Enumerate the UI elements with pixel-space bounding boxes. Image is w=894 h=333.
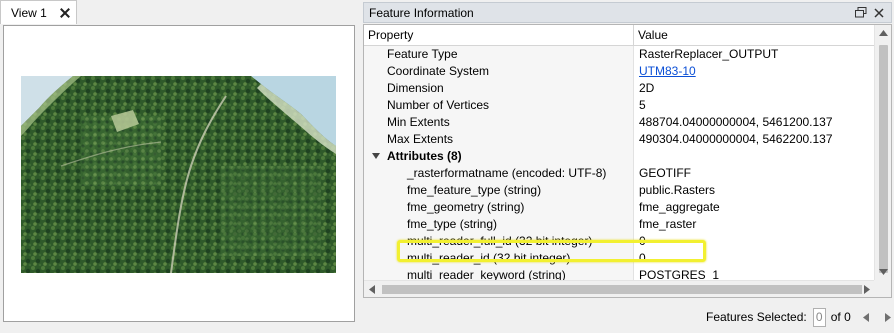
table-row[interactable]: Feature Type RasterReplacer_OUTPUT	[364, 46, 874, 63]
property-cell: multi_reader_id (32 bit integer)	[407, 251, 571, 265]
scroll-left-icon[interactable]	[369, 285, 375, 294]
previous-feature-icon[interactable]	[862, 312, 869, 322]
features-selected-label: Features Selected:	[706, 310, 807, 324]
selected-count-field[interactable]: 0	[812, 307, 826, 327]
scroll-right-icon[interactable]	[864, 285, 870, 294]
coordinate-system-link[interactable]: UTM83-10	[639, 63, 696, 80]
value-cell: fme_aggregate	[639, 200, 720, 214]
table-row[interactable]: Max Extents 490304.04000000004, 5462200.…	[364, 131, 874, 148]
scroll-corner	[874, 280, 891, 297]
table-row[interactable]: fme_geometry (string) fme_aggregate	[364, 199, 874, 216]
scroll-up-icon[interactable]	[879, 30, 888, 36]
table-row[interactable]: Number of Vertices 5	[364, 97, 874, 114]
horizontal-scroll-thumb[interactable]	[382, 285, 862, 294]
column-header-value[interactable]: Value	[634, 25, 874, 46]
property-cell: Number of Vertices	[387, 98, 490, 112]
table-row[interactable]: multi_reader_id (32 bit integer) 0	[364, 250, 874, 267]
property-cell: Coordinate System	[387, 64, 490, 78]
table-row[interactable]: fme_feature_type (string) public.Rasters	[364, 182, 874, 199]
table-rows: Feature Type RasterReplacer_OUTPUT Coord…	[364, 46, 874, 284]
value-cell: 0	[639, 251, 646, 265]
table-row-highlighted[interactable]: fme_type (string) fme_raster	[364, 216, 874, 233]
value-cell: RasterReplacer_OUTPUT	[639, 47, 779, 61]
property-cell: _rasterformatname (encoded: UTF-8)	[407, 166, 607, 180]
status-bar: Features Selected: 0 of 0	[700, 306, 894, 328]
value-cell: 488704.04000000004, 5461200.137	[639, 115, 833, 129]
column-header-property[interactable]: Property	[364, 25, 634, 46]
table-row[interactable]: Dimension 2D	[364, 80, 874, 97]
value-cell: 0	[639, 234, 646, 248]
map-view-pane[interactable]	[3, 25, 355, 322]
close-tab-icon[interactable]	[58, 6, 72, 20]
panel-header: Feature Information	[363, 2, 892, 23]
property-cell: fme_type (string)	[407, 217, 498, 231]
value-cell: 2D	[639, 81, 655, 95]
horizontal-scrollbar[interactable]	[364, 280, 875, 297]
table-row[interactable]: _rasterformatname (encoded: UTF-8) GEOTI…	[364, 165, 874, 182]
raster-image[interactable]	[21, 76, 336, 273]
value-cell: 490304.04000000004, 5462200.137	[639, 132, 833, 146]
panel-title: Feature Information	[369, 5, 474, 20]
expand-arrow-icon[interactable]	[372, 153, 380, 159]
total-count-label: of 0	[830, 310, 851, 324]
table-row[interactable]: Coordinate System UTM83-10	[364, 63, 874, 80]
attributes-group-label: Attributes (8)	[387, 149, 462, 163]
scroll-down-icon[interactable]	[879, 269, 888, 275]
vertical-scroll-thumb[interactable]	[879, 45, 888, 273]
property-cell: multi_reader_full_id (32 bit integer)	[407, 234, 593, 248]
property-cell: fme_geometry (string)	[407, 200, 525, 214]
value-cell: GEOTIFF	[639, 166, 691, 180]
tab-view-1-label: View 1	[11, 5, 47, 20]
table-row[interactable]: Min Extents 488704.04000000004, 5461200.…	[364, 114, 874, 131]
value-cell: 5	[639, 98, 646, 112]
next-feature-icon[interactable]	[884, 312, 891, 322]
property-cell: Max Extents	[387, 132, 454, 146]
vertical-scrollbar[interactable]	[874, 25, 891, 280]
property-cell: Feature Type	[387, 47, 458, 61]
tab-view-1[interactable]: View 1	[0, 0, 77, 24]
feature-table: Property Value Feature Type RasterReplac…	[363, 24, 892, 298]
property-cell: Dimension	[387, 81, 444, 95]
value-cell: fme_raster	[639, 217, 697, 231]
property-cell: Min Extents	[387, 115, 450, 129]
property-cell: fme_feature_type (string)	[407, 183, 542, 197]
feature-information-panel: Feature Information Property Value Featu…	[363, 2, 892, 298]
attributes-group-row[interactable]: Attributes (8)	[364, 148, 874, 165]
close-panel-icon[interactable]	[873, 7, 885, 19]
float-window-icon[interactable]	[855, 7, 867, 18]
value-cell: public.Rasters	[639, 183, 716, 197]
table-row[interactable]: multi_reader_full_id (32 bit integer) 0	[364, 233, 874, 250]
